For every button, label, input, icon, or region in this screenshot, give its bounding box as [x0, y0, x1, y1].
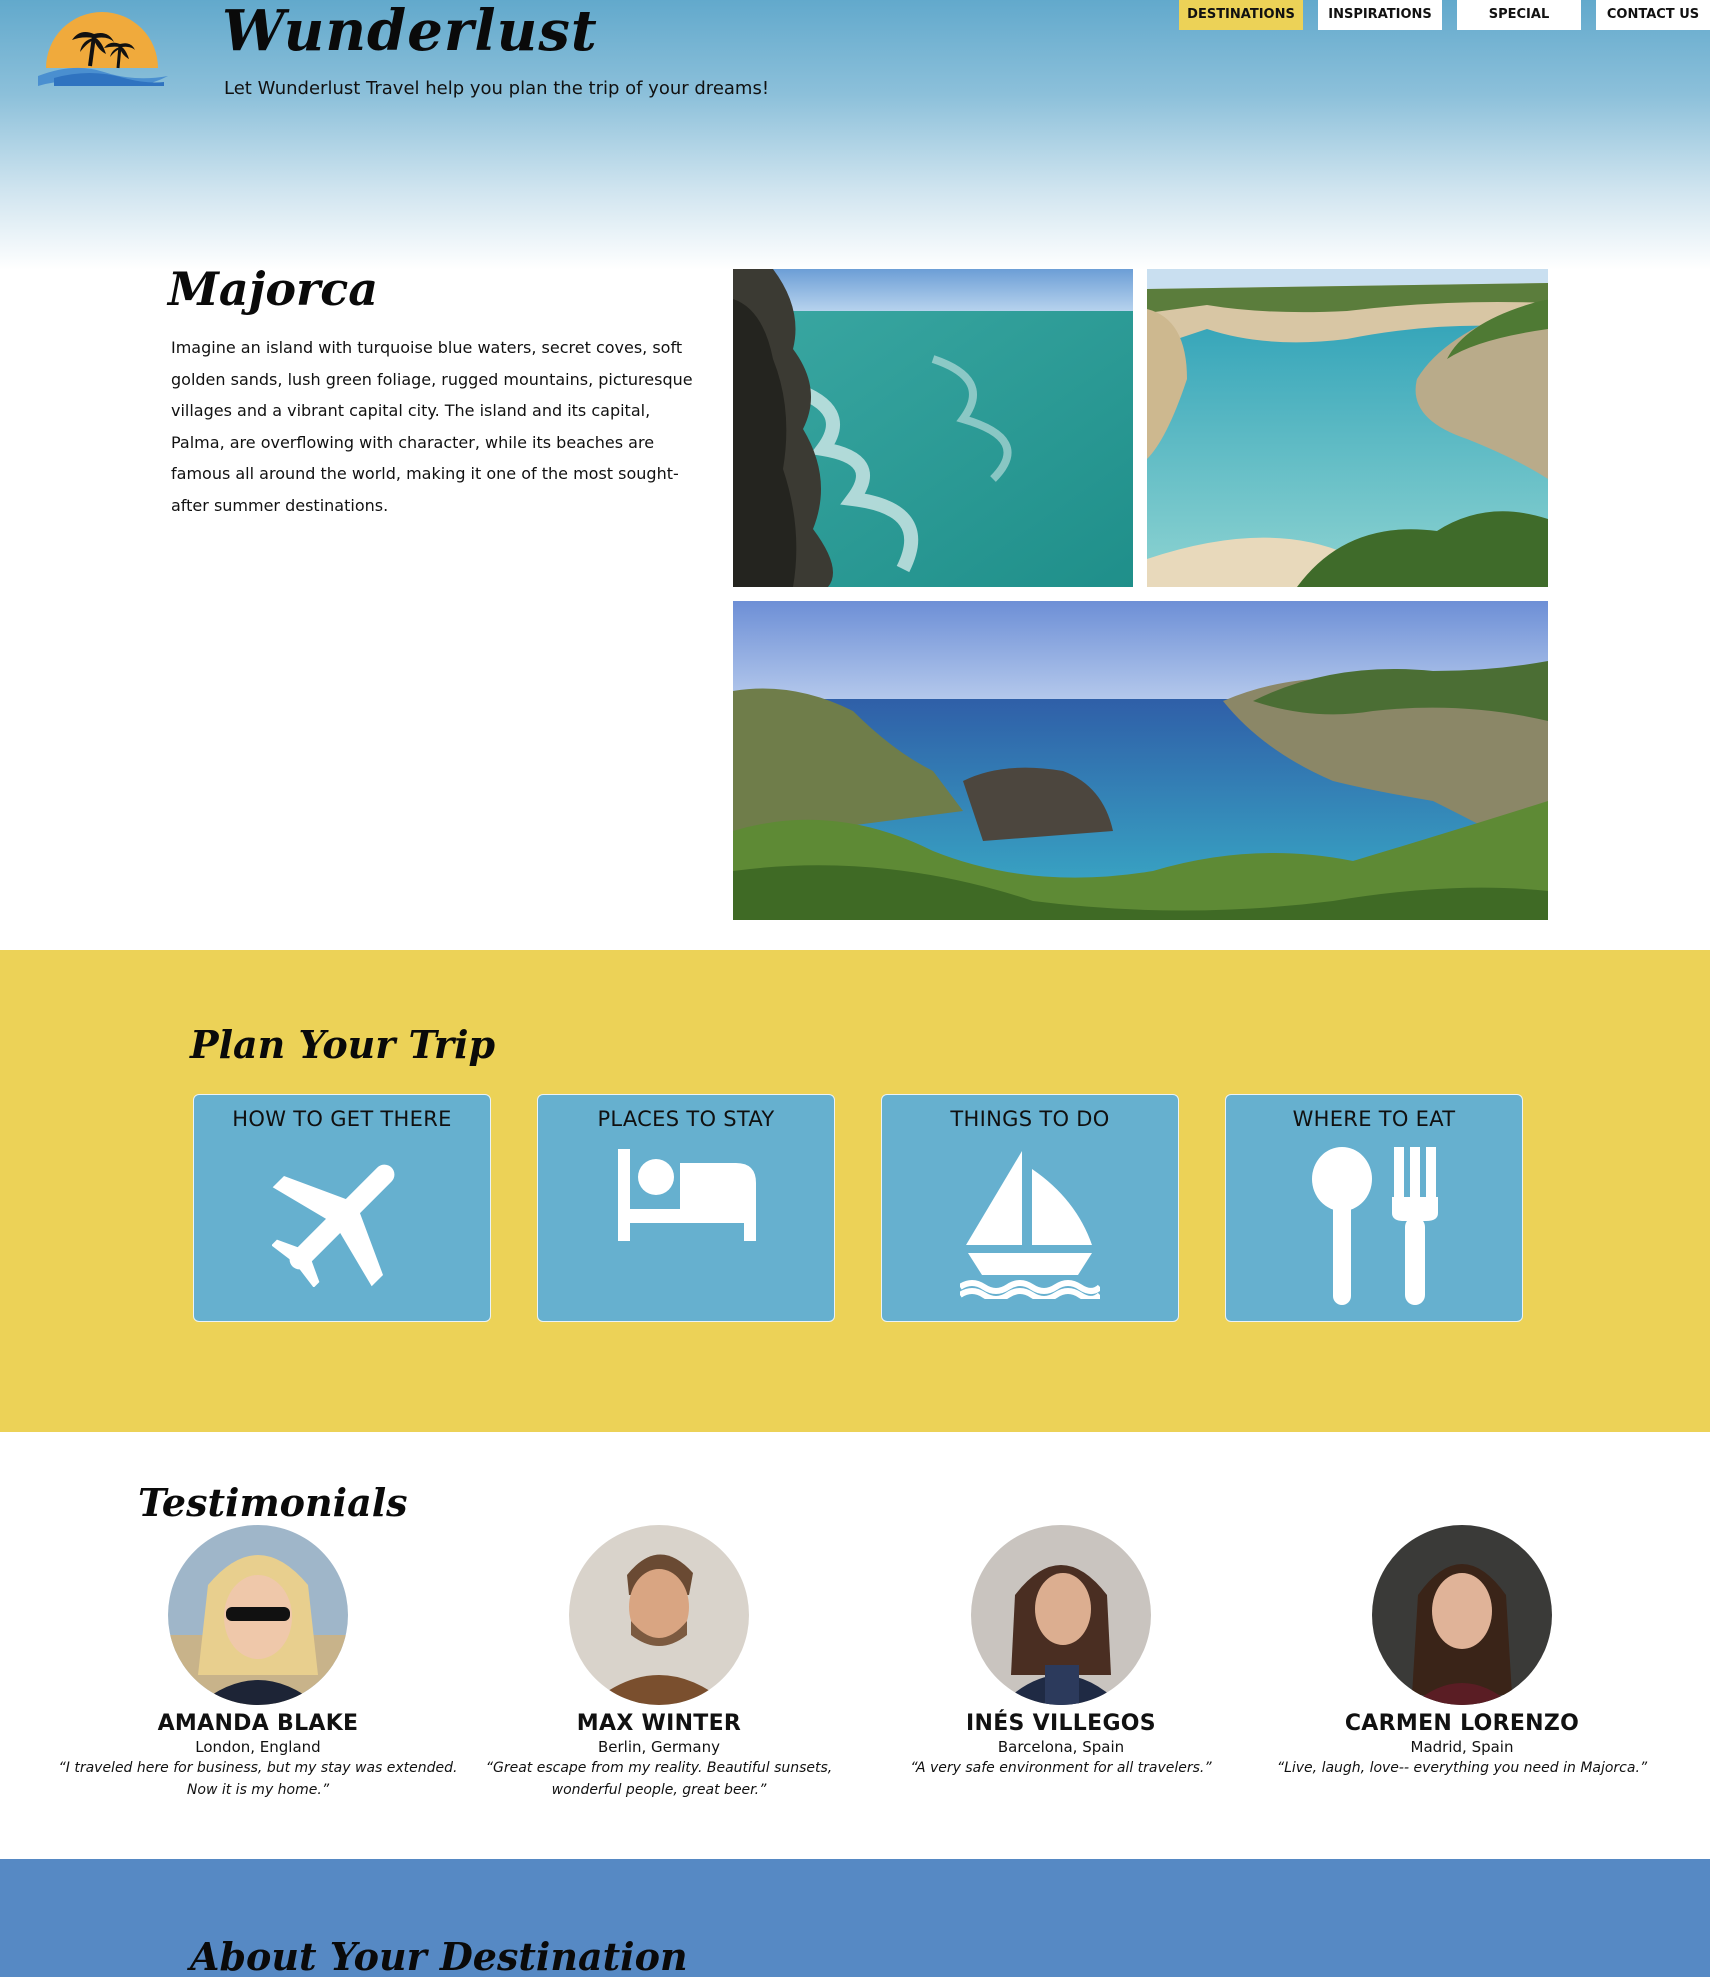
testimonial-card: INÉS VILLEGOS Barcelona, Spain “A very s…	[851, 1525, 1271, 1779]
site-header: Wunderlust Let Wunderlust Travel help yo…	[0, 0, 1710, 270]
card-title: THINGS TO DO	[950, 1107, 1110, 1131]
plan-title: Plan Your Trip	[190, 1022, 496, 1067]
testimonial-location: Berlin, Germany	[597, 1738, 720, 1756]
avatar-amanda-blake	[168, 1525, 348, 1705]
about-title: About Your Destination	[190, 1934, 688, 1979]
destination-title: Majorca	[168, 262, 379, 316]
card-title: HOW TO GET THERE	[232, 1107, 452, 1131]
nav-contact-us[interactable]: CONTACT US	[1596, 0, 1710, 30]
testimonial-name: CARMEN LORENZO	[1344, 1711, 1580, 1736]
avatar-max-winter	[569, 1525, 749, 1705]
testimonial-name: INÉS VILLEGOS	[966, 1711, 1156, 1736]
majorca-photo-panorama	[733, 601, 1548, 920]
tagline: Let Wunderlust Travel help you plan the …	[224, 78, 770, 99]
testimonial-quote: “Live, laugh, love-- everything you need…	[1276, 1760, 1648, 1776]
airplane-icon	[272, 1164, 395, 1287]
card-title: PLACES TO STAY	[597, 1107, 775, 1131]
testimonial-quote: “I traveled here for business, but my st…	[58, 1760, 458, 1798]
card-title: WHERE TO EAT	[1292, 1107, 1456, 1131]
nav-destinations[interactable]: DESTINATIONS	[1179, 0, 1303, 30]
majorca-photo-cove	[1147, 269, 1548, 587]
majorca-photo-waves	[733, 269, 1133, 587]
testimonial-card: CARMEN LORENZO Madrid, Spain “Live, laug…	[1252, 1525, 1672, 1779]
spoon-fork-icon	[1312, 1147, 1438, 1305]
avatar-ines-villegos	[971, 1525, 1151, 1705]
bed-icon	[618, 1149, 756, 1241]
card-how-to-get-there[interactable]: HOW TO GET THERE	[193, 1094, 491, 1322]
nav-special[interactable]: SPECIAL	[1457, 0, 1581, 30]
card-where-to-eat[interactable]: WHERE TO EAT	[1225, 1094, 1523, 1322]
testimonial-quote: “A very safe environment for all travele…	[910, 1760, 1212, 1776]
testimonial-location: Barcelona, Spain	[997, 1738, 1125, 1756]
sailboat-icon	[960, 1151, 1100, 1299]
card-things-to-do[interactable]: THINGS TO DO	[881, 1094, 1179, 1322]
testimonial-name: MAX WINTER	[576, 1711, 742, 1736]
testimonials-title: Testimonials	[138, 1480, 408, 1525]
beach-sunset-logo[interactable]	[34, 6, 170, 86]
brand-title: Wunderlust	[222, 0, 598, 64]
testimonial-location: London, England	[195, 1738, 321, 1756]
destination-description: Imagine an island with turquoise blue wa…	[171, 338, 693, 515]
testimonial-name: AMANDA BLAKE	[157, 1711, 359, 1736]
testimonial-card: MAX WINTER Berlin, Germany “Great escape…	[449, 1525, 869, 1801]
avatar-carmen-lorenzo	[1372, 1525, 1552, 1705]
card-places-to-stay[interactable]: PLACES TO STAY	[537, 1094, 835, 1322]
testimonial-quote: “Great escape from my reality. Beautiful…	[485, 1760, 833, 1798]
testimonial-location: Madrid, Spain	[1410, 1738, 1514, 1756]
testimonial-card: AMANDA BLAKE London, England “I traveled…	[48, 1525, 468, 1801]
nav-inspirations[interactable]: INSPIRATIONS	[1318, 0, 1442, 30]
